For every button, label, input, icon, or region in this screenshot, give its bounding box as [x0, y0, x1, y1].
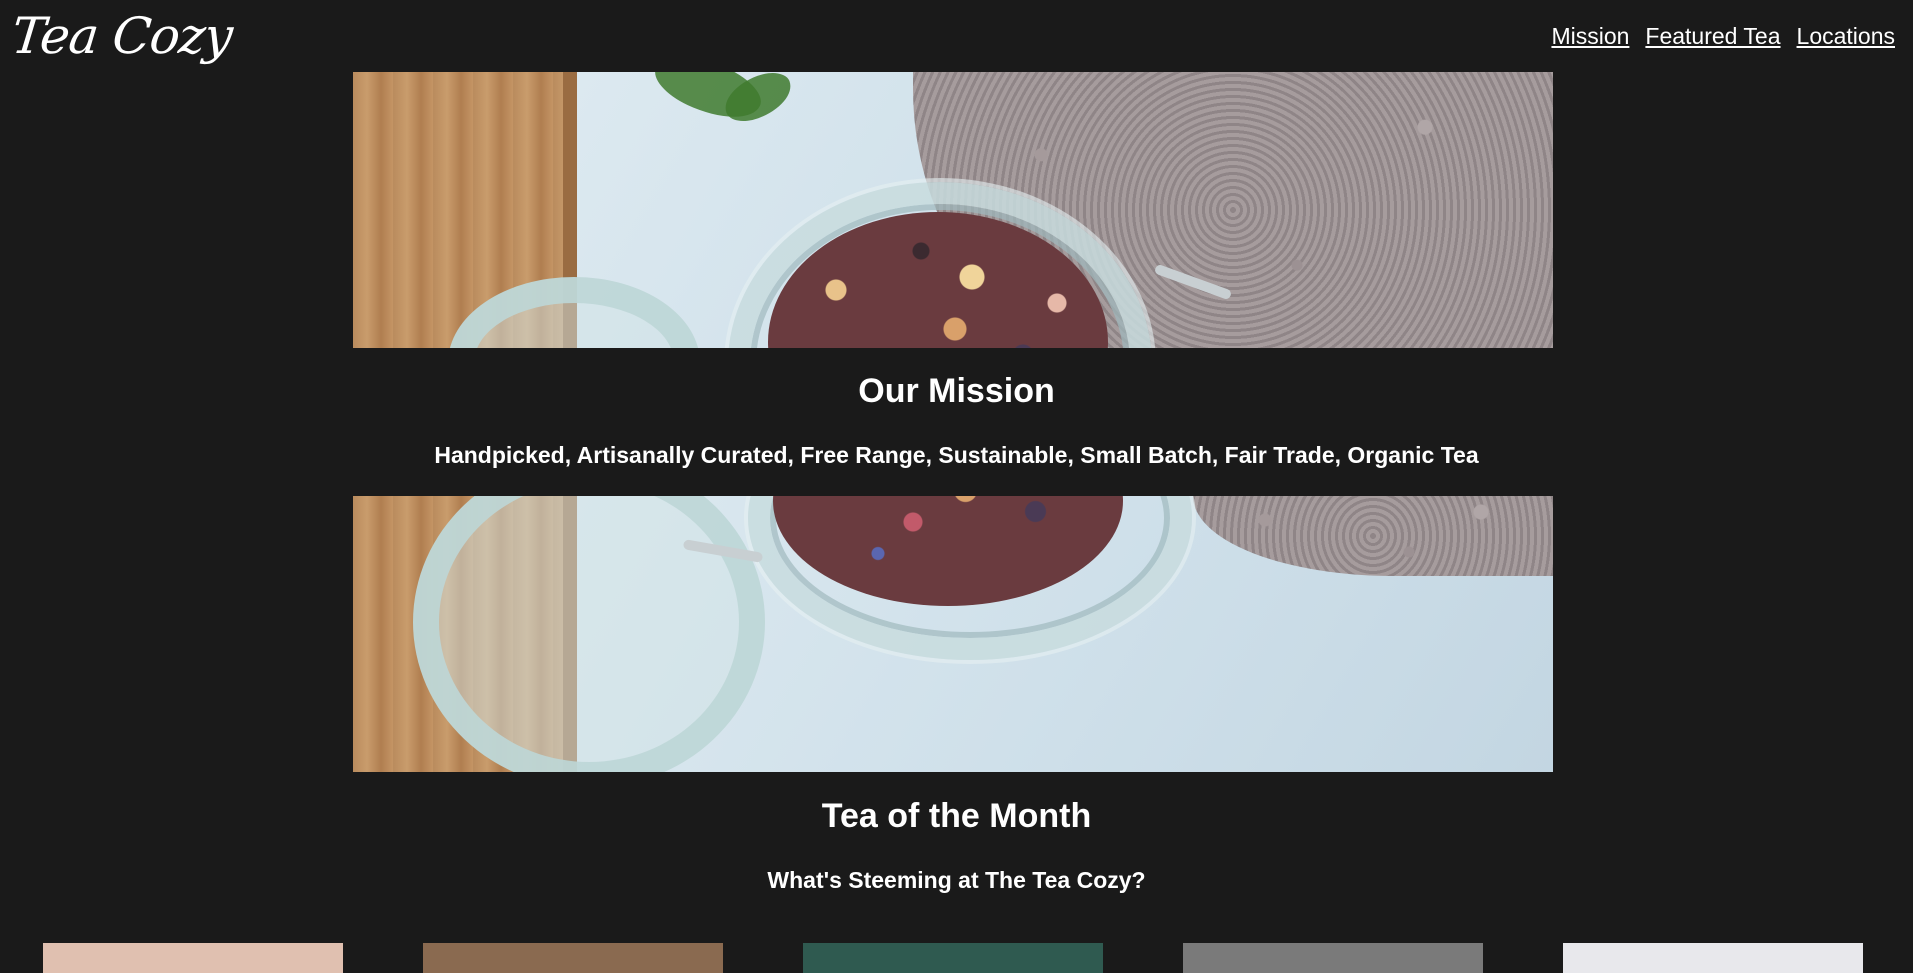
tea-thumbnails [0, 943, 1913, 973]
featured-hero-image [353, 496, 1553, 772]
tea-thumbnail[interactable] [43, 943, 343, 973]
tea-thumbnail[interactable] [803, 943, 1103, 973]
featured-subtitle: What's Steeming at The Tea Cozy? [767, 867, 1146, 893]
nav-link-featured-tea[interactable]: Featured Tea [1645, 22, 1780, 50]
mission-hero-image [353, 72, 1553, 348]
nav-link-locations[interactable]: Locations [1797, 22, 1895, 50]
nav-link-mission[interactable]: Mission [1551, 22, 1629, 50]
mission-subtitle: Handpicked, Artisanally Curated, Free Ra… [434, 442, 1479, 468]
mission-title: Our Mission [858, 372, 1055, 410]
jar-lid [413, 496, 765, 772]
site-header: Tea Cozy Mission Featured Tea Locations [0, 0, 1913, 72]
featured-title: Tea of the Month [821, 797, 1092, 835]
tea-thumbnail[interactable] [423, 943, 723, 973]
main-nav: Mission Featured Tea Locations [1551, 22, 1895, 50]
tea-thumbnail[interactable] [1563, 943, 1863, 973]
site-logo[interactable]: Tea Cozy [9, 6, 235, 66]
tea-thumbnail[interactable] [1183, 943, 1483, 973]
